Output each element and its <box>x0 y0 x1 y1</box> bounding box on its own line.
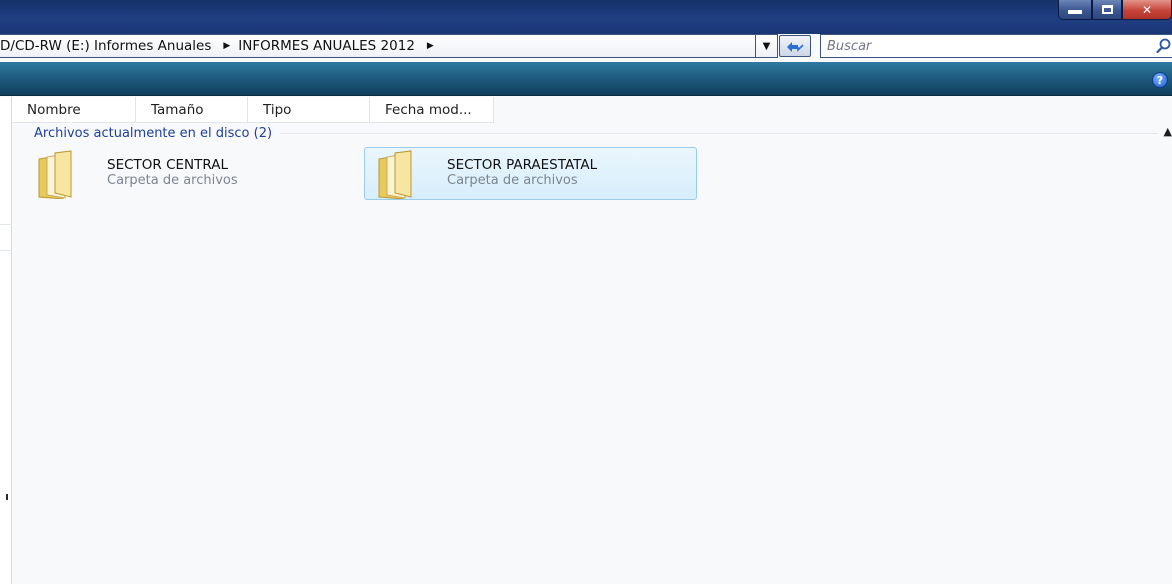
column-header-fecha[interactable]: Fecha mod... <box>370 97 494 123</box>
breadcrumb-item-drive[interactable]: D/CD-RW (E:) Informes Anuales <box>0 38 215 54</box>
address-history-button[interactable]: ▼ <box>756 34 778 58</box>
search-icon[interactable] <box>1156 38 1172 54</box>
folder-name: SECTOR PARAESTATAL <box>447 157 598 173</box>
refresh-icon <box>787 42 804 52</box>
command-bar: ? <box>0 62 1172 96</box>
maximize-button[interactable] <box>1092 0 1122 20</box>
close-icon: ✕ <box>1141 2 1153 17</box>
group-header[interactable]: Archivos actualmente en el disco (2) ▲ <box>34 125 1172 141</box>
folder-item-text: SECTOR CENTRAL Carpeta de archivos <box>107 157 238 189</box>
window-controls: ✕ <box>1058 0 1172 20</box>
group-title: Archivos actualmente en el disco (2) <box>34 125 273 141</box>
folder-item-text: SECTOR PARAESTATAL Carpeta de archivos <box>447 157 597 189</box>
folder-type: Carpeta de archivos <box>447 173 578 188</box>
search-input[interactable] <box>821 36 1131 56</box>
navigation-pane[interactable] <box>0 97 12 584</box>
search-box[interactable] <box>820 34 1172 58</box>
column-header-nombre[interactable]: Nombre <box>12 97 136 123</box>
breadcrumb-separator-icon[interactable]: ▶ <box>419 41 442 51</box>
help-icon[interactable]: ? <box>1152 72 1168 88</box>
column-header-tamano[interactable]: Tamaño <box>136 97 248 123</box>
folder-item-sector-paraestatal[interactable]: SECTOR PARAESTATAL Carpeta de archivos <box>364 147 697 200</box>
folder-icon <box>378 150 412 199</box>
close-button[interactable]: ✕ <box>1122 0 1172 20</box>
folder-type: Carpeta de archivos <box>107 173 238 188</box>
nav-item-fragment <box>6 494 8 500</box>
column-headers: Nombre Tamaño Tipo Fecha mod... <box>12 97 494 123</box>
folder-name: SECTOR CENTRAL <box>107 157 228 173</box>
folder-item-sector-central[interactable]: SECTOR CENTRAL Carpeta de archivos <box>24 147 324 200</box>
breadcrumb-item-folder[interactable]: INFORMES ANUALES 2012 <box>238 38 419 54</box>
address-bar[interactable]: D/CD-RW (E:) Informes Anuales ▶ INFORMES… <box>0 34 756 58</box>
explorer-window: ✕ D/CD-RW (E:) Informes Anuales ▶ INFORM… <box>0 0 1172 584</box>
group-divider <box>280 132 1158 134</box>
folder-icon <box>38 150 72 199</box>
collapse-icon[interactable]: ▲ <box>1164 125 1172 138</box>
breadcrumb-separator-icon[interactable]: ▶ <box>215 41 238 51</box>
chevron-down-icon: ▼ <box>762 40 771 52</box>
refresh-button[interactable] <box>779 35 811 57</box>
maximize-icon <box>1101 5 1113 14</box>
title-bar[interactable]: ✕ <box>0 0 1172 34</box>
file-list-view[interactable]: Nombre Tamaño Tipo Fecha mod... Archivos… <box>12 97 1172 584</box>
nav-divider <box>0 250 12 251</box>
nav-divider <box>0 224 12 225</box>
minimize-button[interactable] <box>1058 0 1092 20</box>
minimize-icon <box>1068 10 1082 14</box>
column-header-tipo[interactable]: Tipo <box>248 97 370 123</box>
